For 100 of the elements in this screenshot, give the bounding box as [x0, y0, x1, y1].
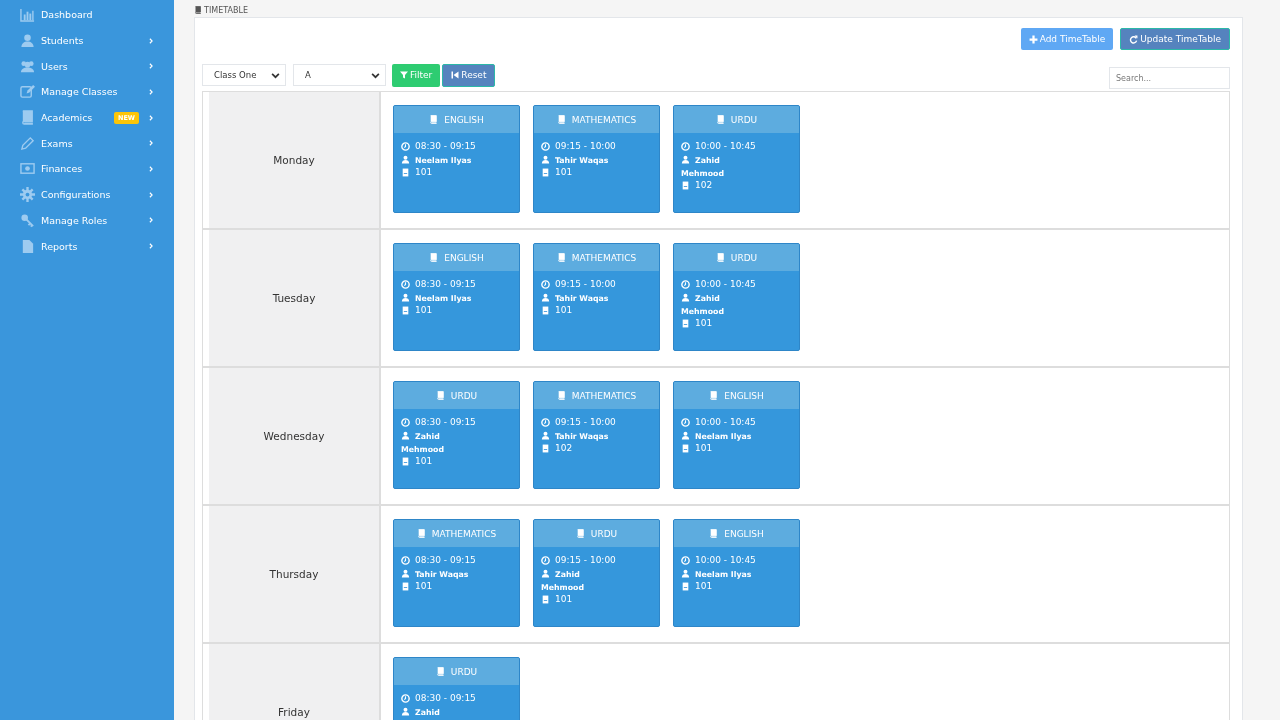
sidebar-item[interactable]: Reports [0, 233, 174, 259]
book-icon [429, 253, 439, 262]
room-number: 101 [555, 305, 573, 315]
user-icon [681, 293, 690, 302]
update-timetable-button[interactable]: Update TimeTable [1120, 28, 1230, 50]
time-text: 08:30 - 09:15 [415, 693, 476, 703]
refresh-icon [1129, 34, 1139, 44]
menu-label: Manage Classes [41, 86, 118, 98]
book-icon [435, 391, 445, 400]
subject-header: MATHEMATICS [534, 106, 659, 133]
clock-icon [541, 279, 550, 289]
clock-icon [401, 141, 410, 151]
time-text: 08:30 - 09:15 [415, 417, 476, 427]
user-icon [681, 569, 690, 578]
sidebar-item[interactable]: Manage Classes [0, 79, 174, 105]
day-cell: Thursday [209, 506, 381, 642]
sidebar-item[interactable]: Exams [0, 130, 174, 157]
door-icon [541, 305, 550, 315]
user-icon [401, 431, 410, 440]
user-icon [401, 707, 410, 716]
user-icon [681, 431, 690, 440]
subject-header: MATHEMATICS [394, 520, 519, 547]
door-icon [541, 594, 550, 604]
user-icon [401, 293, 410, 302]
room-number: 101 [555, 594, 573, 604]
room-number: 101 [415, 581, 433, 591]
time-text: 08:30 - 09:15 [415, 141, 476, 151]
time-text: 10:00 - 10:45 [695, 555, 756, 565]
book-icon [429, 115, 439, 124]
day-cell: Friday [209, 644, 381, 720]
menu-label: Configurations [41, 189, 111, 201]
book-icon [556, 115, 566, 124]
clock-icon [401, 279, 410, 289]
subject-header: ENGLISH [394, 244, 519, 271]
user-icon [401, 569, 410, 578]
time-text: 09:15 - 10:00 [555, 417, 616, 427]
book-icon [194, 6, 202, 14]
sidebar-item[interactable]: Students [0, 27, 174, 54]
user-icon [541, 431, 550, 440]
class-dropdown[interactable]: Class One [202, 64, 286, 86]
clock-icon [681, 279, 690, 289]
door-icon [541, 167, 550, 177]
menu-label: Academics [41, 112, 93, 124]
user-icon [20, 33, 35, 49]
menu-label: Exams [41, 137, 73, 149]
book-icon [715, 253, 725, 262]
subject-header: MATHEMATICS [534, 382, 659, 409]
door-icon [401, 456, 410, 466]
subject-header: URDU [394, 382, 519, 409]
door-icon [681, 581, 690, 591]
book-icon [416, 529, 426, 538]
time-text: 10:00 - 10:45 [695, 141, 756, 151]
day-cell: Tuesday [209, 230, 381, 366]
subject-header: URDU [394, 658, 519, 685]
user-icon [681, 155, 690, 164]
sidebar-item[interactable]: Users [0, 53, 174, 80]
sidebar-item[interactable]: Finances [0, 156, 174, 182]
menu-label: Reports [41, 240, 78, 252]
reset-button[interactable]: Reset [442, 63, 496, 87]
time-text: 08:30 - 09:15 [415, 279, 476, 289]
room-number: 101 [695, 318, 713, 328]
door-icon [681, 180, 690, 190]
door-icon [401, 581, 410, 591]
room-number: 101 [555, 167, 573, 177]
door-icon [681, 318, 690, 328]
settings-icon [20, 187, 35, 203]
chevron-down-icon [271, 70, 280, 80]
clock-icon [541, 555, 550, 565]
time-text: 10:00 - 10:45 [695, 417, 756, 427]
room-number: 101 [415, 456, 433, 466]
banknote-icon [20, 161, 35, 177]
time-text: 09:15 - 10:00 [555, 279, 616, 289]
filter-button[interactable]: Filter [392, 63, 441, 87]
book-icon [709, 391, 719, 400]
bar-chart-icon [20, 7, 35, 23]
pencil-icon [20, 135, 35, 151]
search-field[interactable]: Search... [1109, 67, 1230, 89]
clock-icon [401, 417, 410, 427]
door-icon [401, 167, 410, 177]
door-icon [541, 443, 550, 453]
sidebar-item[interactable]: Configurations [0, 181, 174, 208]
user-icon [401, 155, 410, 164]
edit-icon [20, 84, 35, 100]
plus-icon [1028, 34, 1038, 44]
filter-icon [400, 71, 408, 79]
door-icon [681, 443, 690, 453]
sidebar-item[interactable]: Dashboard [0, 2, 174, 28]
room-number: 101 [695, 581, 713, 591]
clock-icon [681, 141, 690, 151]
room-number: 101 [695, 443, 713, 453]
clock-icon [681, 417, 690, 427]
book-icon [435, 667, 445, 676]
sidebar-item[interactable]: Manage Roles [0, 207, 174, 234]
book-icon [709, 529, 719, 538]
menu-label: Manage Roles [41, 214, 108, 226]
add-timetable-button[interactable]: Add TimeTable [1020, 28, 1114, 50]
subject-header: ENGLISH [674, 520, 799, 547]
user-icon [541, 155, 550, 164]
subject-header: URDU [534, 520, 659, 547]
section-dropdown[interactable]: A [293, 64, 386, 86]
